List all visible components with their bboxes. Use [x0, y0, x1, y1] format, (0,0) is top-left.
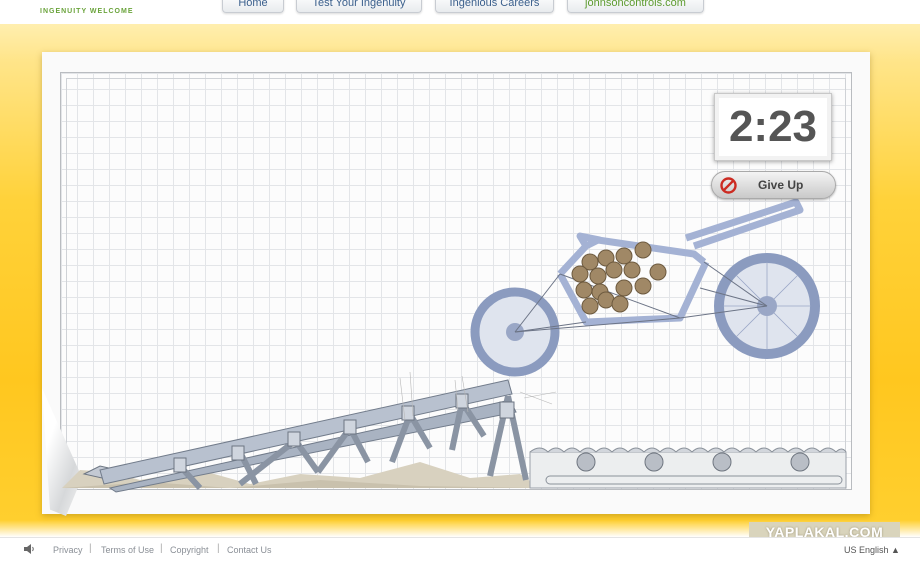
- give-up-button[interactable]: Give Up: [711, 171, 836, 199]
- cargo-balls: [571, 241, 667, 315]
- footer-link-contact[interactable]: Contact Us: [227, 545, 272, 555]
- ramp-gussets: [173, 393, 515, 473]
- game-scene: [62, 198, 847, 493]
- footer-link-privacy[interactable]: Privacy: [53, 545, 83, 555]
- countdown-timer: 2:23: [714, 93, 832, 161]
- footer-link-copyright[interactable]: Copyright: [170, 545, 209, 555]
- footer: Privacy | Terms of Use | Copyright | Con…: [0, 537, 920, 561]
- vehicle-bike[interactable]: [470, 198, 820, 377]
- footer-separator: |: [217, 543, 220, 554]
- gear-conveyor: [529, 447, 847, 489]
- language-selector[interactable]: US English ▲: [844, 545, 900, 555]
- footer-separator: |: [160, 543, 163, 554]
- speaker-icon[interactable]: [24, 544, 35, 554]
- footer-separator: |: [89, 543, 92, 554]
- footer-link-terms[interactable]: Terms of Use: [101, 545, 154, 555]
- no-entry-icon: [720, 177, 737, 194]
- give-up-label: Give Up: [758, 178, 804, 192]
- ramp-deck: [99, 379, 513, 485]
